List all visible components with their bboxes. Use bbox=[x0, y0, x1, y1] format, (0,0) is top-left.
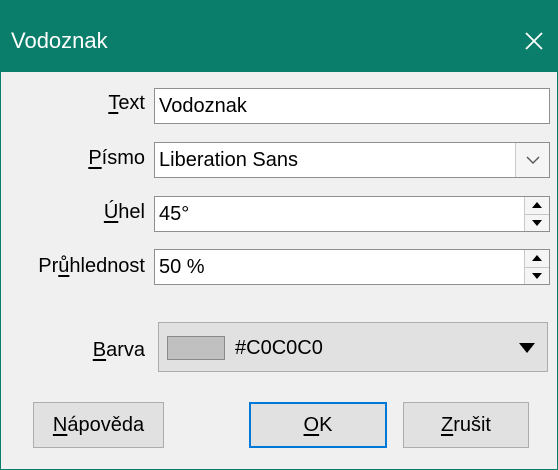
close-button[interactable] bbox=[511, 18, 557, 64]
text-input[interactable]: Vodoznak bbox=[154, 88, 550, 124]
spin-up-icon bbox=[532, 255, 542, 262]
angle-value: 45° bbox=[159, 203, 190, 225]
transparency-label: Průhlednost bbox=[38, 255, 145, 277]
close-icon bbox=[525, 32, 543, 50]
font-select-value: Liberation Sans bbox=[159, 149, 298, 171]
transparency-decrease-button[interactable] bbox=[525, 266, 549, 285]
spin-down-icon bbox=[532, 272, 542, 279]
angle-spinbox[interactable]: 45° bbox=[154, 196, 550, 232]
window-title: Vodoznak bbox=[11, 28, 108, 53]
transparency-increase-button[interactable] bbox=[525, 250, 549, 267]
color-label: Barva bbox=[92, 339, 145, 361]
transparency-value: 50 % bbox=[159, 256, 205, 278]
angle-increase-button[interactable] bbox=[525, 197, 549, 214]
dropdown-arrow-icon bbox=[519, 343, 535, 353]
transparency-spinbox[interactable]: 50 % bbox=[154, 249, 550, 285]
angle-decrease-button[interactable] bbox=[525, 213, 549, 232]
color-swatch bbox=[167, 336, 225, 360]
color-value: #C0C0C0 bbox=[235, 337, 323, 359]
cancel-button[interactable]: Zrušit bbox=[403, 402, 529, 448]
spin-down-icon bbox=[532, 219, 542, 226]
chevron-down-icon bbox=[526, 156, 539, 164]
title-bar: Vodoznak bbox=[1, 0, 557, 72]
watermark-dialog: Vodoznak Text Vodoznak Písmo Liberation … bbox=[0, 0, 558, 470]
font-dropdown-button[interactable] bbox=[515, 143, 549, 177]
transparency-spin-buttons bbox=[524, 250, 549, 284]
font-label: Písmo bbox=[88, 147, 145, 169]
color-picker-button[interactable]: #C0C0C0 bbox=[158, 322, 548, 372]
spin-up-icon bbox=[532, 202, 542, 209]
help-button[interactable]: Nápověda bbox=[33, 402, 164, 448]
ok-button[interactable]: OK bbox=[249, 402, 387, 448]
font-select[interactable]: Liberation Sans bbox=[154, 142, 550, 178]
angle-spin-buttons bbox=[524, 197, 549, 231]
text-label: Text bbox=[108, 92, 145, 114]
angle-label: Úhel bbox=[103, 201, 145, 223]
